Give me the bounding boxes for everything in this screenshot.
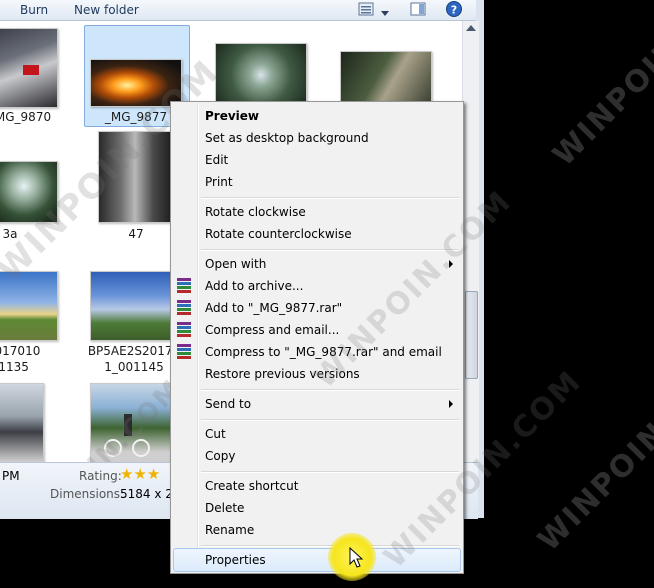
scrollbar-thumb[interactable] (465, 291, 478, 379)
menu-item-edit[interactable]: Edit (173, 149, 461, 171)
menu-item-properties[interactable]: Properties (173, 548, 461, 572)
thumbnail-image[interactable] (90, 59, 182, 107)
submenu-arrow-icon (449, 400, 453, 408)
svg-text:?: ? (451, 4, 457, 17)
thumbnail-image[interactable] (0, 271, 58, 341)
context-menu: Preview Set as desktop background Edit P… (170, 101, 589, 575)
winrar-icon (177, 322, 191, 337)
file-name[interactable]: 2S2017010 001135 (0, 343, 56, 375)
star-icon[interactable]: ★ (147, 465, 160, 483)
menu-item-add-to-archive[interactable]: Add to archive... (173, 275, 461, 297)
menu-separator (201, 389, 459, 391)
star-icon[interactable]: ★ (133, 465, 146, 483)
date-fragment: PM (2, 469, 20, 483)
winrar-icon (177, 278, 191, 293)
submenu-arrow-icon (449, 260, 453, 268)
menu-item-print[interactable]: Print (173, 171, 461, 193)
thumbnail-image[interactable] (90, 271, 182, 341)
winrar-icon (177, 344, 191, 359)
menu-item-delete[interactable]: Delete (173, 497, 461, 519)
scroll-up-icon[interactable] (466, 25, 476, 31)
menu-item-copy[interactable]: Copy (173, 445, 461, 467)
thumbnail-image[interactable] (215, 43, 307, 107)
thumbnail-image[interactable] (0, 161, 58, 223)
watermark-text: WINPOIN.COM (531, 346, 654, 559)
vertical-scrollbar[interactable] (462, 21, 479, 462)
menu-item-open-with[interactable]: Open with (173, 253, 461, 275)
menu-item-compress-to-rar-and-email[interactable]: Compress to "_MG_9877.rar" and email (173, 341, 461, 363)
view-dropdown-chevron-down-icon[interactable] (380, 6, 390, 16)
thumbnail-image[interactable] (0, 383, 44, 462)
burn-button[interactable]: Burn (20, 3, 48, 17)
preview-pane-icon[interactable] (410, 2, 426, 16)
menu-item-send-to[interactable]: Send to (173, 393, 461, 415)
menu-item-set-desktop-background[interactable]: Set as desktop background (173, 127, 461, 149)
menu-item-restore-previous-versions[interactable]: Restore previous versions (173, 363, 461, 385)
thumbnail-image[interactable] (98, 131, 172, 223)
menu-item-create-shortcut[interactable]: Create shortcut (173, 475, 461, 497)
menu-item-rename[interactable]: Rename (173, 519, 461, 541)
star-icon[interactable]: ★ (120, 465, 133, 483)
new-folder-button[interactable]: New folder (74, 3, 139, 17)
menu-separator (201, 197, 459, 199)
dimensions-label: Dimensions: (50, 487, 125, 501)
menu-item-rotate-counterclockwise[interactable]: Rotate counterclockwise (173, 223, 461, 245)
menu-separator (201, 419, 459, 421)
menu-item-cut[interactable]: Cut (173, 423, 461, 445)
menu-item-rotate-clockwise[interactable]: Rotate clockwise (173, 201, 461, 223)
rating-stars[interactable]: ★★★ (120, 465, 160, 483)
view-options-icon[interactable] (358, 2, 374, 16)
file-name[interactable]: 3a (0, 226, 60, 242)
rating-label: Rating: (79, 469, 122, 483)
toolbar: Burn New folder ? (0, 0, 476, 21)
file-name[interactable]: _MG_9870 (0, 109, 70, 125)
help-icon[interactable]: ? (446, 1, 462, 17)
menu-item-preview[interactable]: Preview (173, 105, 461, 127)
watermark-text: WINPOIN.COM (546, 0, 654, 174)
menu-separator (201, 249, 459, 251)
thumbnail-image[interactable] (90, 383, 172, 462)
menu-item-compress-and-email[interactable]: Compress and email... (173, 319, 461, 341)
menu-separator (201, 471, 459, 473)
mouse-pointer-icon (349, 547, 363, 568)
thumbnail-image[interactable] (0, 28, 58, 108)
winrar-icon (177, 300, 191, 315)
menu-item-add-to-rar[interactable]: Add to "_MG_9877.rar" (173, 297, 461, 319)
